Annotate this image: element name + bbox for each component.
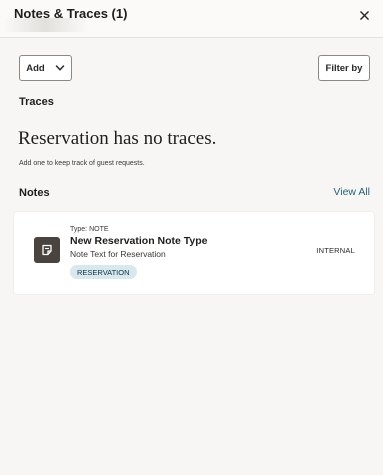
close-icon bbox=[359, 10, 369, 20]
chevron-down-icon bbox=[55, 65, 64, 71]
add-button-label: Add bbox=[26, 62, 45, 74]
note-category-badge: RESERVATION bbox=[70, 265, 137, 279]
filter-button-label: Filter by bbox=[325, 62, 363, 74]
title-highlight bbox=[2, 18, 88, 32]
view-all-link[interactable]: View All bbox=[333, 186, 370, 198]
note-visibility: INTERNAL bbox=[316, 246, 355, 255]
traces-heading: Traces bbox=[19, 96, 54, 108]
note-text: Note Text for Reservation bbox=[70, 249, 166, 259]
note-title: New Reservation Note Type bbox=[70, 235, 208, 247]
note-glyph-icon bbox=[42, 244, 52, 256]
note-card[interactable]: Type: NOTE New Reservation Note Type Not… bbox=[14, 212, 374, 294]
panel-header: Notes & Traces (1) bbox=[0, 0, 383, 38]
add-button[interactable]: Add bbox=[19, 55, 72, 81]
filter-button[interactable]: Filter by bbox=[318, 55, 370, 81]
close-button[interactable] bbox=[355, 6, 373, 24]
notes-heading: Notes bbox=[19, 187, 50, 199]
note-type: Type: NOTE bbox=[70, 226, 109, 233]
note-icon bbox=[34, 237, 60, 263]
traces-empty-subtitle: Add one to keep track of guest requests. bbox=[19, 160, 145, 167]
traces-empty-title: Reservation has no traces. bbox=[18, 128, 217, 149]
